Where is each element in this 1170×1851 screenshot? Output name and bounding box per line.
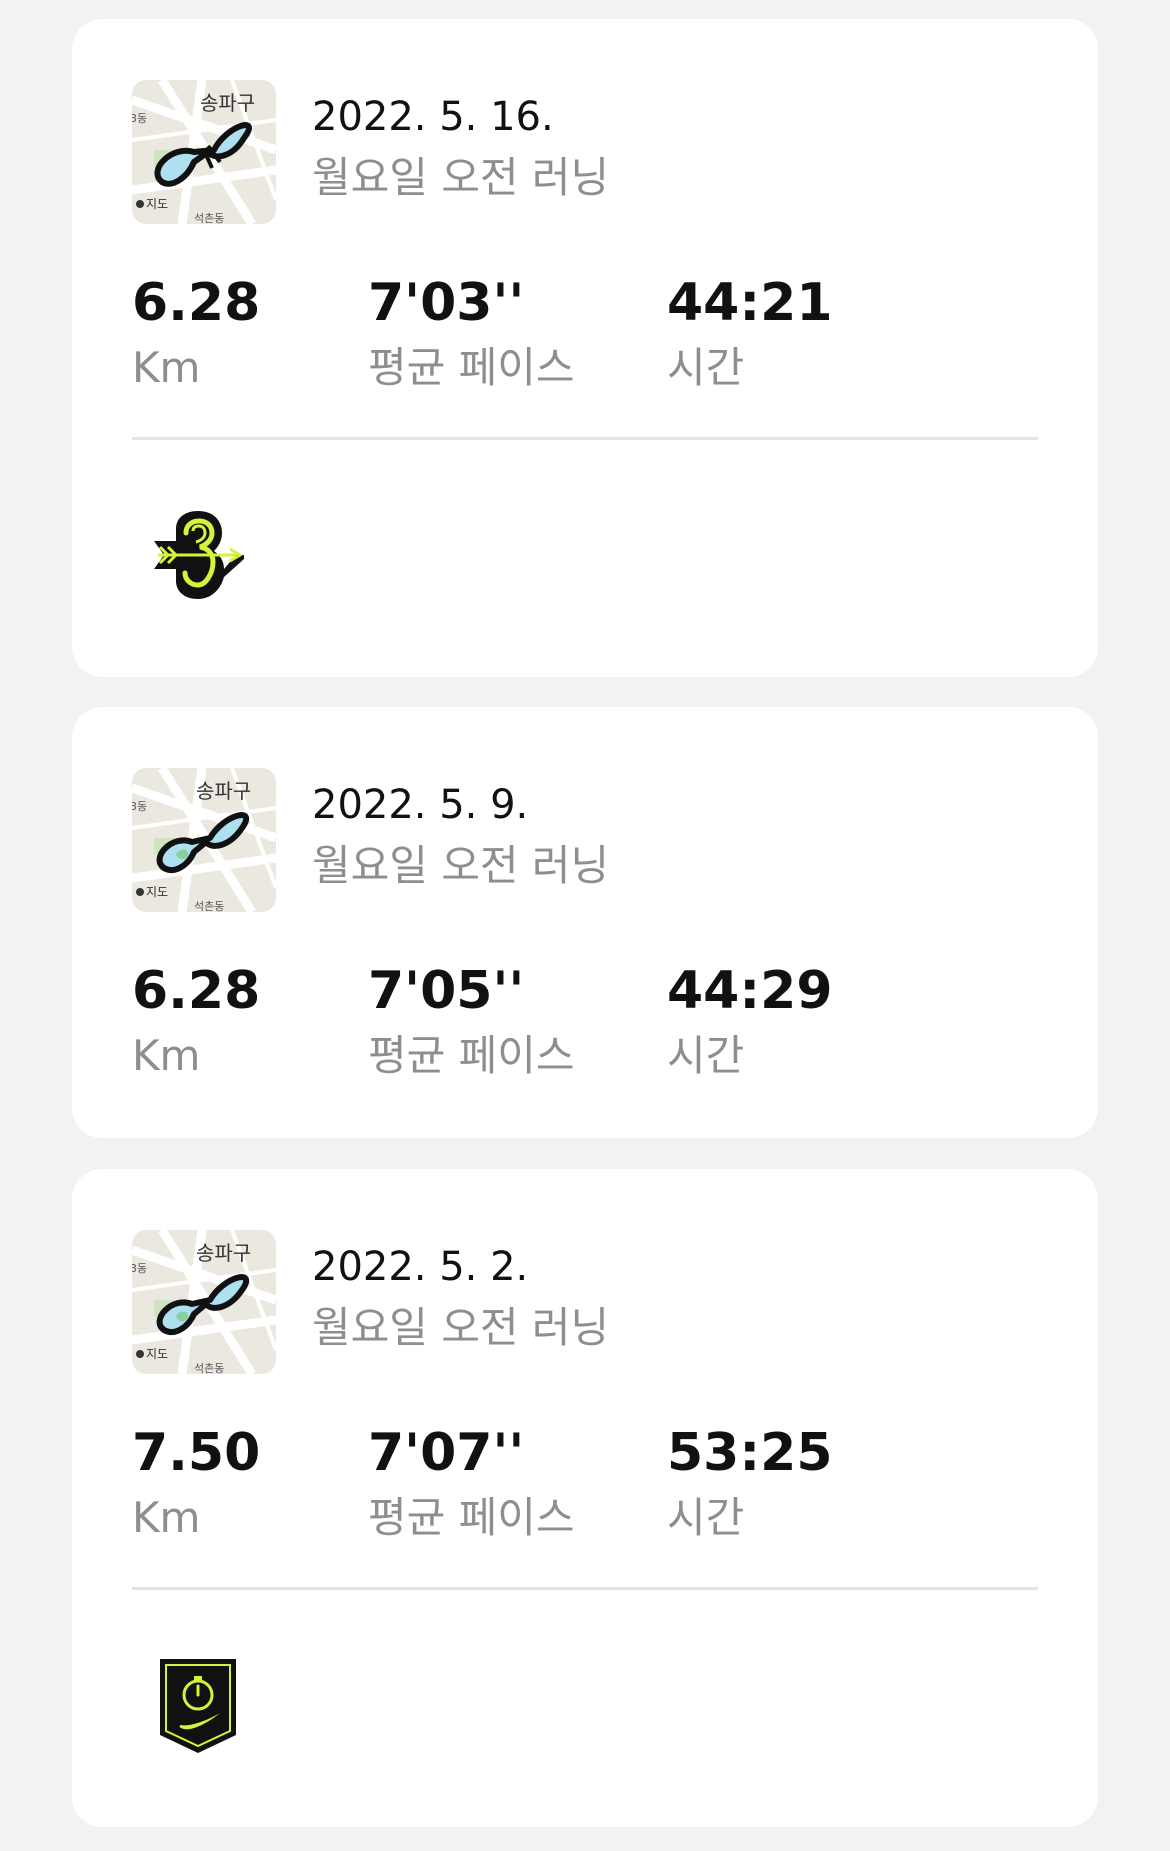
pace-label: 평균 페이스: [368, 1031, 575, 1080]
pace-label: 평균 페이스: [368, 1493, 575, 1542]
duration-label: 시간: [667, 1031, 745, 1080]
divider: [132, 437, 1038, 440]
map-area-label: 석촌동: [194, 900, 224, 912]
maps-attribution: 지도: [146, 197, 168, 211]
route-map-thumbnail: 송파구 3동 지도 석촌동: [132, 1230, 276, 1374]
maps-attribution: 지도: [146, 885, 168, 899]
map-area-label: 석촌동: [194, 212, 224, 224]
run-date: 2022. 5. 16.: [312, 94, 554, 140]
run-date: 2022. 5. 9.: [312, 782, 529, 828]
run-title: 월요일 오전 러닝: [312, 841, 610, 890]
map-area-label: 석촌동: [194, 1362, 224, 1374]
map-area-label: 3동: [132, 112, 147, 125]
map-district-label: 송파구: [200, 91, 255, 115]
maps-attribution: 지도: [146, 1347, 168, 1361]
duration-value: 44:29: [667, 961, 833, 1021]
run-date: 2022. 5. 2.: [312, 1244, 529, 1290]
distance-label: Km: [132, 1493, 201, 1542]
distance-label: Km: [132, 1031, 201, 1080]
pace-value: 7'07'': [368, 1423, 525, 1483]
duration-value: 44:21: [667, 273, 833, 333]
map-area-label: 3동: [132, 800, 147, 813]
duration-label: 시간: [667, 343, 745, 392]
pace-value: 7'05'': [368, 961, 525, 1021]
distance-value: 7.50: [132, 1423, 261, 1483]
run-title: 월요일 오전 러닝: [312, 153, 610, 202]
route-map-thumbnail: 송파구 3동 지도 석촌동: [132, 80, 276, 224]
run-card[interactable]: 송파구 3동 지도 석촌동 2022. 5. 16. 월요일 오전 러닝 6.2…: [72, 19, 1098, 677]
duration-value: 53:25: [667, 1423, 833, 1483]
duration-label: 시간: [667, 1493, 745, 1542]
stopwatch-shield-badge-icon[interactable]: [150, 1657, 246, 1753]
map-district-label: 송파구: [196, 1241, 251, 1265]
distance-value: 6.28: [132, 961, 261, 1021]
map-district-label: 송파구: [196, 779, 251, 803]
run-card[interactable]: 송파구 3동 지도 석촌동 2022. 5. 2. 월요일 오전 러닝 7.50…: [72, 1169, 1098, 1827]
pace-label: 평균 페이스: [368, 343, 575, 392]
divider: [132, 1587, 1038, 1590]
streak-3-badge-icon[interactable]: [150, 507, 246, 603]
pace-value: 7'03'': [368, 273, 525, 333]
run-card[interactable]: 송파구 3동 지도 석촌동 2022. 5. 9. 월요일 오전 러닝 6.28…: [72, 707, 1098, 1138]
route-map-thumbnail: 송파구 3동 지도 석촌동: [132, 768, 276, 912]
map-area-label: 3동: [132, 1262, 147, 1275]
distance-value: 6.28: [132, 273, 261, 333]
distance-label: Km: [132, 343, 201, 392]
run-title: 월요일 오전 러닝: [312, 1303, 610, 1352]
